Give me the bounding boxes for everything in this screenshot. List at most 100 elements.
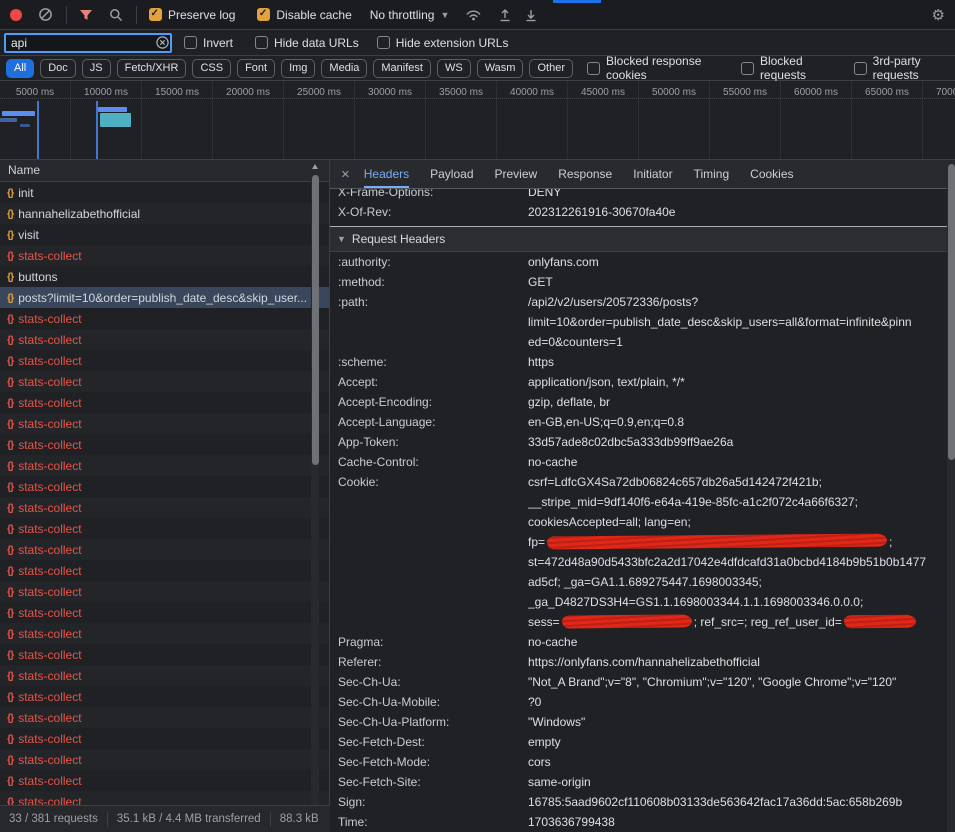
request-row[interactable]: {}stats-collect [0, 455, 329, 476]
request-row[interactable]: {}stats-collect [0, 707, 329, 728]
tab-timing[interactable]: Timing [694, 160, 730, 188]
tab-payload[interactable]: Payload [430, 160, 473, 188]
request-row[interactable]: {}stats-collect [0, 497, 329, 518]
request-row[interactable]: {}stats-collect [0, 560, 329, 581]
request-row[interactable]: {}stats-collect [0, 392, 329, 413]
request-row[interactable]: {}stats-collect [0, 308, 329, 329]
request-row[interactable]: {}stats-collect [0, 581, 329, 602]
request-name: stats-collect [18, 585, 81, 599]
request-row[interactable]: {}stats-collect [0, 518, 329, 539]
settings-button[interactable]: ⚙ [932, 6, 945, 24]
details-scrollbar[interactable] [947, 160, 955, 832]
timeline-tick-label: 5000 ms [16, 87, 54, 98]
scroll-up-arrow-icon[interactable] [312, 164, 318, 169]
close-details-button[interactable]: × [341, 166, 350, 183]
name-column-header[interactable]: Name [0, 160, 329, 182]
export-har-button[interactable] [524, 8, 538, 22]
header-row: Time:1703636799438 [330, 812, 947, 832]
request-name: stats-collect [18, 459, 81, 473]
network-conditions-button[interactable] [465, 8, 482, 21]
invert-toggle[interactable]: Invert [184, 36, 233, 50]
checkbox-unchecked-icon [184, 36, 197, 49]
filter-chip-other[interactable]: Other [529, 59, 573, 78]
request-row[interactable]: {}stats-collect [0, 350, 329, 371]
transferred-size: 35.1 kB / 4.4 MB transferred [108, 813, 270, 825]
filter-chip-manifest[interactable]: Manifest [373, 59, 431, 78]
blocked-requests-label: Blocked requests [760, 54, 838, 82]
filter-input[interactable] [4, 33, 172, 53]
overview-timeline[interactable]: 5000 ms10000 ms15000 ms20000 ms25000 ms3… [0, 81, 955, 160]
filter-chip-wasm[interactable]: Wasm [477, 59, 524, 78]
filter-chip-all[interactable]: All [6, 59, 34, 78]
blocked-response-cookies-toggle[interactable]: Blocked response cookies [587, 54, 725, 82]
request-row[interactable]: {}init [0, 182, 329, 203]
request-row[interactable]: {}stats-collect [0, 686, 329, 707]
search-button[interactable] [109, 8, 123, 22]
header-value: 33d57ade8c02dbc5a333db99ff9ae26a [528, 432, 947, 452]
filter-chip-js[interactable]: JS [82, 59, 111, 78]
header-row: X-Of-Rev:202312261916-30670fa40e [330, 202, 947, 222]
tab-preview[interactable]: Preview [495, 160, 538, 188]
import-har-button[interactable] [498, 8, 512, 22]
request-row[interactable]: {}stats-collect [0, 434, 329, 455]
request-row[interactable]: {}buttons [0, 266, 329, 287]
request-row[interactable]: {}stats-collect [0, 728, 329, 749]
tab-initiator[interactable]: Initiator [633, 160, 672, 188]
request-list-scrollbar[interactable] [311, 160, 319, 805]
filter-chip-img[interactable]: Img [281, 59, 315, 78]
request-row[interactable]: {}stats-collect [0, 644, 329, 665]
request-row[interactable]: {}stats-collect [0, 245, 329, 266]
request-row[interactable]: {}visit [0, 224, 329, 245]
filter-chip-media[interactable]: Media [321, 59, 367, 78]
request-name: stats-collect [18, 312, 81, 326]
disable-cache-toggle[interactable]: Disable cache [257, 8, 351, 22]
clear-network-log-button[interactable] [38, 7, 53, 22]
record-button[interactable] [0, 9, 22, 21]
filter-chip-ws[interactable]: WS [437, 59, 471, 78]
scrollbar-thumb[interactable] [312, 175, 319, 465]
third-party-requests-toggle[interactable]: 3rd-party requests [854, 54, 955, 82]
request-row[interactable]: {}stats-collect [0, 665, 329, 686]
header-row: Referer:https://onlyfans.com/hannaheliza… [330, 652, 947, 672]
request-row[interactable]: {}stats-collect [0, 749, 329, 770]
header-row: Accept-Language:en-GB,en-US;q=0.9,en;q=0… [330, 412, 947, 432]
filter-chip-fetch-xhr[interactable]: Fetch/XHR [117, 59, 187, 78]
request-row[interactable]: {}stats-collect [0, 602, 329, 623]
scrollbar-thumb[interactable] [948, 164, 955, 460]
header-row: Sec-Fetch-Dest:empty [330, 732, 947, 752]
script-file-icon: {} [7, 733, 13, 745]
request-row[interactable]: {}stats-collect [0, 329, 329, 350]
tab-cookies[interactable]: Cookies [750, 160, 793, 188]
request-headers-section[interactable]: ▼ Request Headers [330, 227, 947, 252]
request-row[interactable]: {}hannahelizabethofficial [0, 203, 329, 224]
preserve-log-toggle[interactable]: Preserve log [149, 8, 235, 22]
request-row[interactable]: {}stats-collect [0, 770, 329, 791]
request-row[interactable]: {}stats-collect [0, 413, 329, 434]
filter-chip-css[interactable]: CSS [192, 59, 231, 78]
blocked-requests-toggle[interactable]: Blocked requests [741, 54, 838, 82]
filter-toggle-button[interactable] [79, 9, 93, 21]
request-row[interactable]: {}stats-collect [0, 791, 329, 805]
hide-extension-urls-toggle[interactable]: Hide extension URLs [377, 36, 509, 50]
filter-chip-doc[interactable]: Doc [40, 59, 76, 78]
script-file-icon: {} [7, 271, 13, 283]
throttling-select[interactable]: No throttling ▼ [370, 8, 450, 22]
request-row[interactable]: {}stats-collect [0, 371, 329, 392]
tab-headers[interactable]: Headers [364, 160, 409, 188]
headers-content[interactable]: X-Frame-Options:DENYX-Of-Rev:20231226191… [330, 189, 947, 832]
request-row[interactable]: {}stats-collect [0, 539, 329, 560]
script-file-icon: {} [7, 502, 13, 514]
request-row[interactable]: {}posts?limit=10&order=publish_date_desc… [0, 287, 329, 308]
tab-response[interactable]: Response [558, 160, 612, 188]
clear-filter-icon[interactable] [156, 36, 169, 49]
throttling-value: No throttling [370, 8, 435, 22]
hide-data-urls-toggle[interactable]: Hide data URLs [255, 36, 359, 50]
script-file-icon: {} [7, 670, 13, 682]
header-value: en-GB,en-US;q=0.9,en;q=0.8 [528, 412, 947, 432]
request-name: stats-collect [18, 396, 81, 410]
script-file-icon: {} [7, 544, 13, 556]
filter-chip-font[interactable]: Font [237, 59, 275, 78]
request-row[interactable]: {}stats-collect [0, 623, 329, 644]
timeline-tick-label: 60000 ms [794, 87, 838, 98]
request-row[interactable]: {}stats-collect [0, 476, 329, 497]
